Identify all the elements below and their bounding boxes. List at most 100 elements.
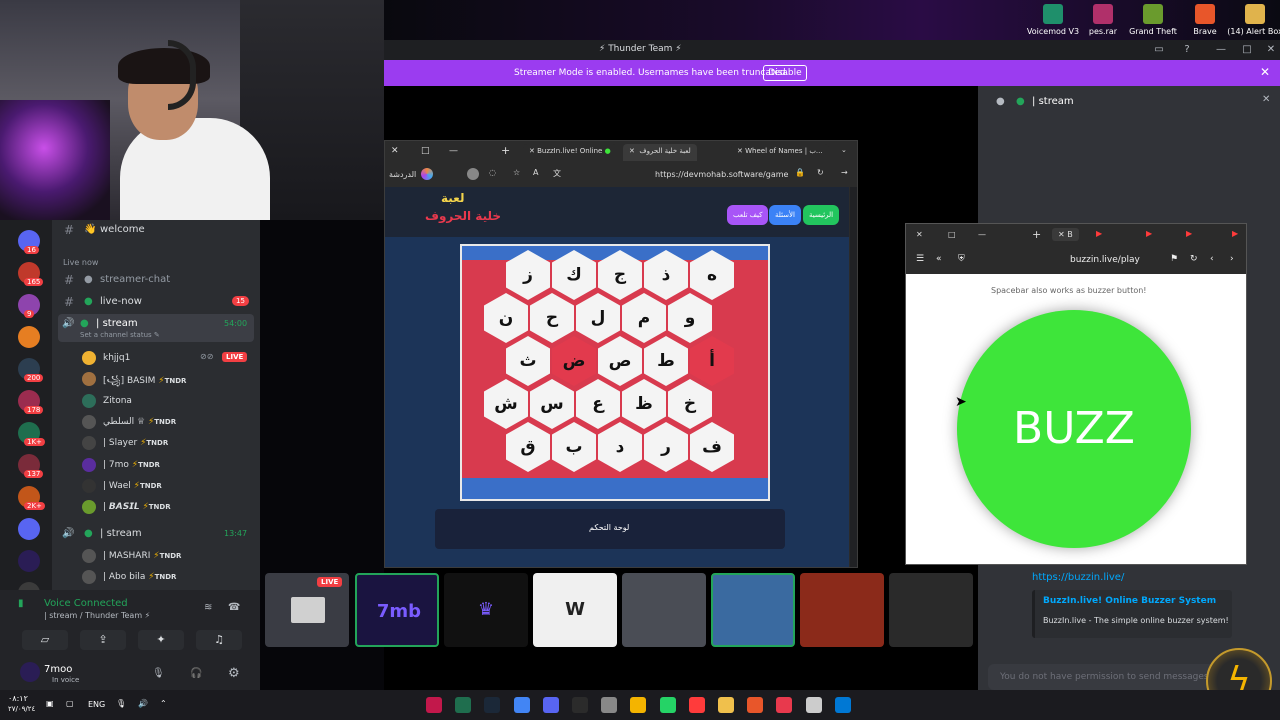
close-chat-icon[interactable]: ✕ [1262,94,1270,105]
close-icon[interactable]: ✕ [391,146,399,156]
url-text[interactable]: buzzin.live/play [1070,255,1140,265]
whatsapp-icon[interactable] [659,697,676,713]
help-icon[interactable]: ? [1180,43,1194,57]
voice-channel-stream[interactable]: 🔊 ● | stream 54:00 Set a channel status … [58,314,254,342]
user-name[interactable]: 7moo [44,664,72,675]
headphones-icon[interactable]: 🎧 [190,668,202,679]
read-aloud-icon[interactable]: A [533,168,538,177]
embed-title[interactable]: BuzzIn.live! Online Buzzer System [1043,596,1216,606]
voice-user[interactable]: | Wael ⚡TNDR [52,476,260,496]
letter-hex[interactable]: ر [644,422,688,472]
noise-suppression-icon[interactable]: ≋ [204,602,212,613]
voice-location[interactable]: | stream / Thunder Team ⚡ [44,611,150,620]
inbox-icon[interactable]: ▭ [1152,43,1166,57]
close-window-icon[interactable]: ✕ [1264,43,1278,57]
letter-hex[interactable]: ض [552,336,596,386]
shield-icon[interactable]: ⛨ [958,254,965,264]
volume-icon[interactable]: 🔊 [138,699,148,708]
voice-user[interactable]: | Slayer ⚡TNDR [52,433,260,453]
desktop-icon[interactable]: Grand Theft [1124,4,1182,36]
letter-hex[interactable]: ف [690,422,734,472]
tabs-icon[interactable]: □ [421,146,430,156]
video-off-button[interactable]: ▱ [22,630,68,650]
favorite-icon[interactable]: ☆ [513,168,520,177]
chevron-down-icon[interactable]: ⌄ [841,146,847,154]
letter-hex[interactable]: و [668,293,712,343]
chevron-up-icon[interactable]: ⌃ [160,699,167,708]
tab-wheel-of-names[interactable]: ✕ Wheel of Names | ب... [731,144,829,161]
letter-hex[interactable]: ظ [622,379,666,429]
notification-icon[interactable]: ▣ [46,699,54,708]
participant-tile-man[interactable] [889,573,973,647]
clock-date[interactable]: ٢٧/٠٩/٢٤ [8,705,35,713]
desktop-icon[interactable]: (14) Alert Box [1226,4,1280,36]
language-indicator[interactable]: ENG [88,700,105,709]
scrollbar[interactable] [849,187,850,567]
letter-hex[interactable]: م [622,293,666,343]
letter-hex[interactable]: ق [506,422,550,472]
search-icon[interactable] [805,697,822,713]
tabs-icon[interactable]: □ [948,230,956,239]
letter-hex[interactable]: ط [644,336,688,386]
letter-hex[interactable]: ب [552,422,596,472]
disable-streamer-mode-button[interactable]: Disable [763,65,807,81]
youtube-tab-icon[interactable]: ▶ [1186,229,1192,238]
home-button[interactable]: الرئيسية [803,205,840,225]
minimize-icon[interactable]: — [978,230,986,239]
forward-arrow-icon[interactable]: › [1230,254,1234,264]
folder-icon[interactable] [718,697,734,713]
letter-hex[interactable]: ل [576,293,620,343]
reload-icon[interactable]: ↻ [1190,254,1198,264]
channel-welcome[interactable]: # 👋 welcome [52,220,260,240]
voice-user[interactable]: khjjq1 LIVE ⊘⊘ [52,348,260,368]
close-icon[interactable]: ✕ [916,230,923,239]
screen-share-button[interactable]: ⇪ [80,630,126,650]
letter-hex[interactable]: ع [576,379,620,429]
participant-tile-crown[interactable]: ♛ [444,573,528,647]
menu-icon[interactable]: ☰ [916,254,924,264]
minimize-icon[interactable]: — [449,146,458,156]
translate-icon[interactable]: 文 [553,168,561,179]
letter-hex[interactable]: س [530,379,574,429]
history-icon[interactable]: ◌ [489,168,496,177]
avatar[interactable] [20,662,40,682]
letter-hex[interactable]: ح [530,293,574,343]
letter-hex[interactable]: خ [668,379,712,429]
letter-hex[interactable]: ن [484,293,528,343]
letter-hex[interactable]: أ [690,336,734,386]
clock-time[interactable]: ٠٨:١٢ [8,694,28,703]
soundboard-button[interactable]: ♫ [196,630,242,650]
obs-icon[interactable] [426,697,442,713]
server-icon[interactable] [18,518,40,540]
buzz-button[interactable]: BUZZ [957,310,1191,548]
windows-icon[interactable] [834,697,851,713]
tab-buzzin[interactable]: ✕ BuzzIn.live! Online ● [523,144,617,161]
server-icon[interactable] [18,550,40,572]
reload-icon[interactable]: ↻ [817,168,824,177]
activities-button[interactable]: ✦ [138,630,184,650]
close-banner-icon[interactable]: ✕ [1260,65,1270,79]
letter-hex[interactable]: ش [484,379,528,429]
brave-icon[interactable] [747,697,764,713]
participant-tile-7mb[interactable]: 7mb [355,573,439,647]
letter-hex[interactable]: ص [598,336,642,386]
voice-user[interactable]: | 7mo ⚡TNDR [52,455,260,475]
steam-icon[interactable] [484,697,501,713]
questions-button[interactable]: الأسئلة [769,205,801,225]
app-icon[interactable] [776,697,793,713]
app-icon[interactable] [630,697,647,713]
youtube-tab-icon[interactable]: ▶ [1232,229,1238,238]
url-text[interactable]: https://devmohab.software/game [655,170,788,179]
profile-label[interactable]: الدردشة [389,170,416,179]
new-tab-icon[interactable]: + [1032,228,1041,241]
voice-user[interactable]: السلطي ♕ ⚡TNDR [52,412,260,432]
chrome-icon[interactable] [513,697,530,713]
profile-icon[interactable] [467,168,479,180]
window-icon[interactable]: ▢ [66,699,74,708]
tab-letter-game[interactable]: ✕ لعبة خلية الحروف [623,144,697,161]
participant-tile-screen-share[interactable]: LIVE [265,573,349,647]
voice-user[interactable]: | Abo bila ⚡TNDR [52,567,260,587]
forward-icon[interactable]: → [841,168,848,177]
participant-tile-wael[interactable]: W [533,573,617,647]
voice-user[interactable]: Zitona [52,391,260,411]
